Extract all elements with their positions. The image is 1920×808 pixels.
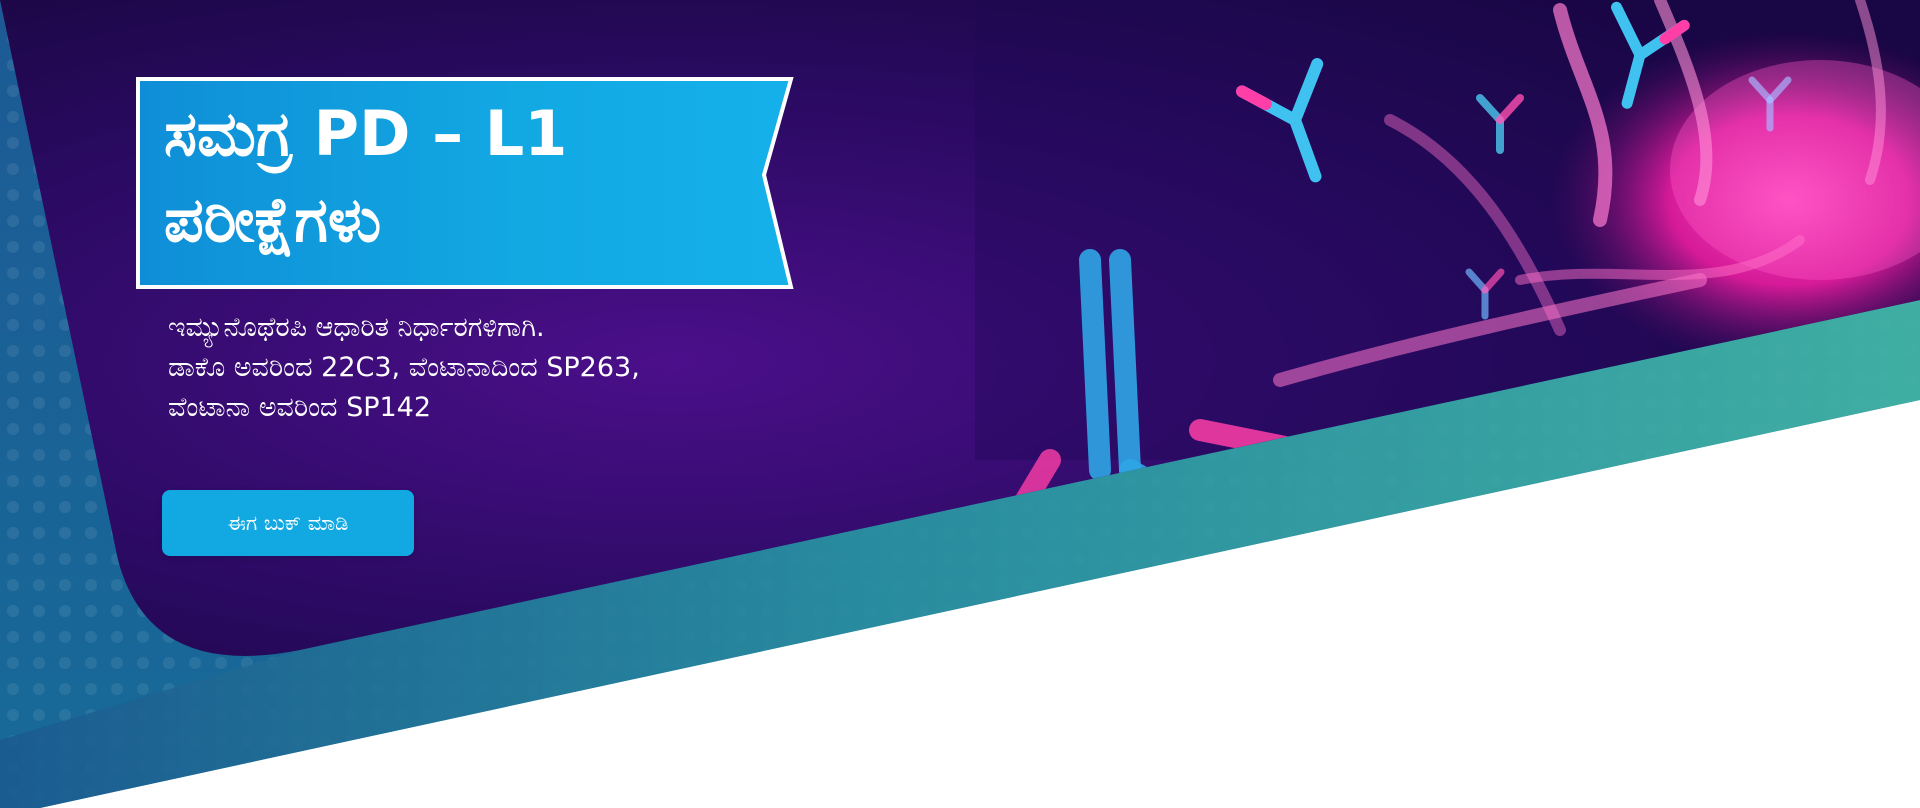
- hero-subtitle: ಇಮ್ಯುನೊಥೆರಪಿ ಆಧಾರಿತ ನಿರ್ಧಾರಗಳಿಗಾಗಿ. ಡಾಕೊ…: [168, 308, 868, 428]
- subtitle-line: ಇಮ್ಯುನೊಥೆರಪಿ ಆಧಾರಿತ ನಿರ್ಧಾರಗಳಿಗಾಗಿ.: [168, 312, 545, 343]
- title-banner: ಸಮಗ್ರ PD – L1 ಪರೀಕ್ಷೆಗಳು: [136, 77, 799, 291]
- subtitle-line: ಡಾಕೊ ಅವರಿಂದ 22C3, ವೆಂಟಾನಾದಿಂದ SP263,: [168, 352, 640, 383]
- subtitle-line: ವೆಂಟಾನಾ ಅವರಿಂದ SP142: [168, 392, 432, 423]
- page-title: ಸಮಗ್ರ PD – L1 ಪರೀಕ್ಷೆಗಳು: [164, 97, 568, 256]
- book-now-button[interactable]: ಈಗ ಬುಕ್ ಮಾಡಿ: [162, 490, 414, 556]
- hero-section: ಸಮಗ್ರ PD – L1 ಪರೀಕ್ಷೆಗಳು ಇಮ್ಯುನೊಥೆರಪಿ ಆಧ…: [0, 0, 1920, 808]
